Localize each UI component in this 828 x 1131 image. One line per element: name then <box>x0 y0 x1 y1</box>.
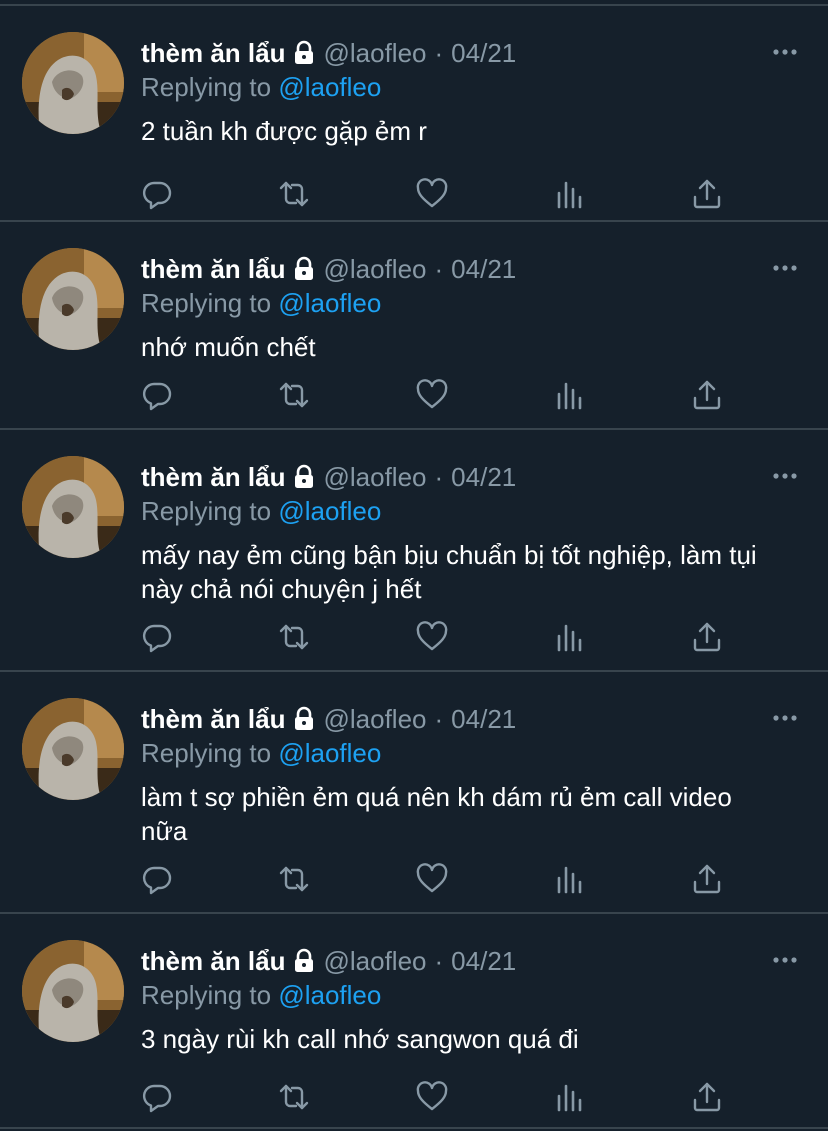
avatar[interactable] <box>22 456 124 558</box>
more-icon[interactable] <box>772 260 798 271</box>
more-icon[interactable] <box>772 468 798 479</box>
avatar[interactable] <box>22 248 124 350</box>
avatar[interactable] <box>22 32 124 134</box>
tweet-actions <box>0 862 828 898</box>
tweet-feed: thèm ăn lẩu @laofleo · 04/21 Replying to… <box>0 0 828 1131</box>
analytics-icon[interactable] <box>553 862 589 898</box>
tweet-header: thèm ăn lẩu @laofleo · 04/21 <box>141 252 516 286</box>
heart-icon[interactable] <box>415 862 451 898</box>
user-handle[interactable]: @laofleo <box>323 944 426 978</box>
heart-icon[interactable] <box>415 378 451 414</box>
tweet-date[interactable]: 04/21 <box>451 702 516 736</box>
replying-to-label: Replying to <box>141 72 272 102</box>
replying-to-handle[interactable]: @laofleo <box>278 72 381 102</box>
tweet[interactable]: thèm ăn lẩu @laofleo · 04/21 Replying to… <box>0 672 828 914</box>
replying-to-label: Replying to <box>141 496 272 526</box>
tweet-date[interactable]: 04/21 <box>451 36 516 70</box>
tweet-actions <box>0 1080 828 1116</box>
tweet-text: làm t sợ phiền ẻm quá nên kh dám rủ ẻm c… <box>141 782 732 846</box>
lock-icon <box>291 256 317 282</box>
analytics-icon[interactable] <box>553 1080 589 1116</box>
tweet[interactable]: thèm ăn lẩu @laofleo · 04/21 Replying to… <box>0 914 828 1129</box>
tweet[interactable]: thèm ăn lẩu @laofleo · 04/21 Replying to… <box>0 6 828 222</box>
tweet-header: thèm ăn lẩu @laofleo · 04/21 <box>141 944 516 978</box>
user-handle[interactable]: @laofleo <box>323 36 426 70</box>
retweet-icon[interactable] <box>277 862 313 898</box>
separator-dot: · <box>434 462 444 492</box>
retweet-icon[interactable] <box>277 378 313 414</box>
share-icon[interactable] <box>690 862 726 898</box>
tweet-actions <box>0 177 828 213</box>
replying-to-line: Replying to @laofleo <box>141 978 381 1012</box>
replying-to-handle[interactable]: @laofleo <box>278 738 381 768</box>
heart-icon[interactable] <box>415 1080 451 1116</box>
reply-icon[interactable] <box>140 378 176 414</box>
replying-to-line: Replying to @laofleo <box>141 736 381 770</box>
reply-icon[interactable] <box>140 620 176 656</box>
tweet-actions <box>0 378 828 414</box>
analytics-icon[interactable] <box>553 177 589 213</box>
user-handle[interactable]: @laofleo <box>323 702 426 736</box>
display-name[interactable]: thèm ăn lẩu <box>141 944 285 978</box>
tweet-header: thèm ăn lẩu @laofleo · 04/21 <box>141 36 516 70</box>
tweet-date[interactable]: 04/21 <box>451 460 516 494</box>
display-name[interactable]: thèm ăn lẩu <box>141 252 285 286</box>
separator-dot: · <box>434 704 444 734</box>
lock-icon <box>291 464 317 490</box>
tweet-text: 2 tuần kh được gặp ẻm r <box>141 116 427 146</box>
more-icon[interactable] <box>772 44 798 55</box>
avatar[interactable] <box>22 698 124 800</box>
separator-dot: · <box>434 38 444 68</box>
lock-icon <box>291 706 317 732</box>
heart-icon[interactable] <box>415 177 451 213</box>
tweet-text: nhớ muốn chết <box>141 332 316 362</box>
reply-icon[interactable] <box>140 1080 176 1116</box>
reply-icon[interactable] <box>140 862 176 898</box>
display-name[interactable]: thèm ăn lẩu <box>141 36 285 70</box>
more-icon[interactable] <box>772 710 798 721</box>
lock-icon <box>291 40 317 66</box>
display-name[interactable]: thèm ăn lẩu <box>141 702 285 736</box>
tweet[interactable]: thèm ăn lẩu @laofleo · 04/21 Replying to… <box>0 222 828 430</box>
lock-icon <box>291 948 317 974</box>
replying-to-line: Replying to @laofleo <box>141 494 381 528</box>
retweet-icon[interactable] <box>277 620 313 656</box>
share-icon[interactable] <box>690 1080 726 1116</box>
reply-icon[interactable] <box>140 177 176 213</box>
share-icon[interactable] <box>690 177 726 213</box>
replying-to-line: Replying to @laofleo <box>141 70 381 104</box>
tweet-header: thèm ăn lẩu @laofleo · 04/21 <box>141 702 516 736</box>
replying-to-label: Replying to <box>141 980 272 1010</box>
user-handle[interactable]: @laofleo <box>323 252 426 286</box>
replying-to-handle[interactable]: @laofleo <box>278 980 381 1010</box>
retweet-icon[interactable] <box>277 1080 313 1116</box>
tweet[interactable]: thèm ăn lẩu @laofleo · 04/21 Replying to… <box>0 430 828 672</box>
tweet-date[interactable]: 04/21 <box>451 252 516 286</box>
analytics-icon[interactable] <box>553 620 589 656</box>
replying-to-line: Replying to @laofleo <box>141 286 381 320</box>
tweet-date[interactable]: 04/21 <box>451 944 516 978</box>
analytics-icon[interactable] <box>553 378 589 414</box>
share-icon[interactable] <box>690 620 726 656</box>
retweet-icon[interactable] <box>277 177 313 213</box>
user-handle[interactable]: @laofleo <box>323 460 426 494</box>
replying-to-handle[interactable]: @laofleo <box>278 288 381 318</box>
display-name[interactable]: thèm ăn lẩu <box>141 460 285 494</box>
tweet-actions <box>0 620 828 656</box>
separator-dot: · <box>434 946 444 976</box>
heart-icon[interactable] <box>415 620 451 656</box>
replying-to-label: Replying to <box>141 738 272 768</box>
more-icon[interactable] <box>772 952 798 963</box>
tweet-text: 3 ngày rùi kh call nhớ sangwon quá đi <box>141 1024 579 1054</box>
tweet-text: mấy nay ẻm cũng bận bịu chuẩn bị tốt ngh… <box>141 540 757 604</box>
avatar[interactable] <box>22 940 124 1042</box>
separator-dot: · <box>434 254 444 284</box>
replying-to-label: Replying to <box>141 288 272 318</box>
replying-to-handle[interactable]: @laofleo <box>278 496 381 526</box>
share-icon[interactable] <box>690 378 726 414</box>
tweet-header: thèm ăn lẩu @laofleo · 04/21 <box>141 460 516 494</box>
